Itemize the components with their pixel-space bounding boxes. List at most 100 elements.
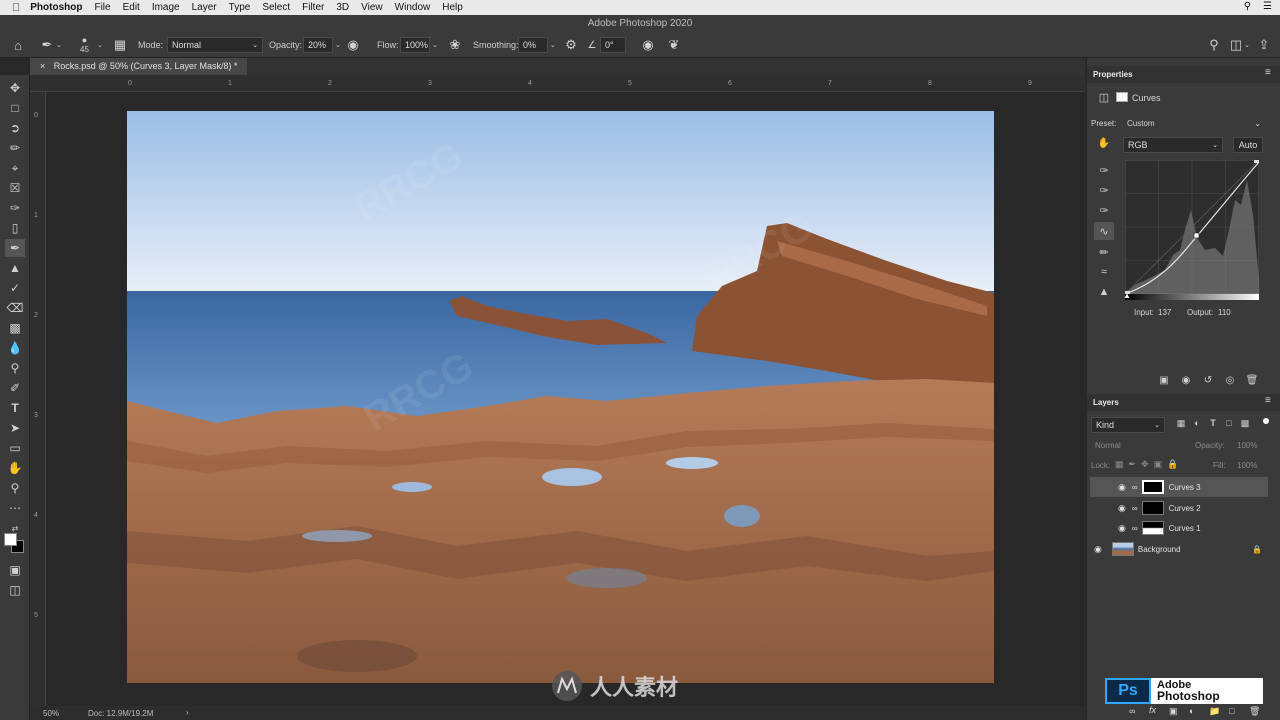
layers-panel-title[interactable]: Layers — [1093, 398, 1119, 407]
channel-select[interactable]: RGB ⌄ — [1123, 137, 1223, 153]
path-selection-tool-icon[interactable]: ➤ — [5, 419, 25, 437]
crop-tool-icon[interactable]: ⌖ — [5, 159, 25, 177]
output-value[interactable]: 110 — [1218, 308, 1231, 317]
new-group-icon[interactable]: 📁 — [1209, 706, 1220, 717]
curves-graph[interactable] — [1125, 160, 1259, 294]
properties-panel-title[interactable]: Properties — [1093, 70, 1133, 79]
status-menu-arrow[interactable]: › — [186, 708, 189, 717]
toggle-visibility-icon[interactable]: ◎ — [1223, 375, 1237, 386]
input-value[interactable]: 137 — [1158, 308, 1171, 317]
zoom-tool-icon[interactable]: ⚲ — [5, 479, 25, 497]
layer-mask-thumbnail[interactable] — [1141, 480, 1164, 494]
background-layer-thumbnail[interactable] — [1111, 542, 1134, 556]
opacity-field[interactable]: 20% — [303, 37, 333, 53]
workspace-icon[interactable]: ◫ — [1228, 32, 1244, 58]
menu-window[interactable]: Window — [395, 2, 431, 13]
pressure-opacity-icon[interactable]: ◉ — [346, 32, 360, 58]
brush-preset-dropdown-icon[interactable]: ⌄ — [56, 32, 62, 58]
apple-menu-icon[interactable]:  — [12, 2, 20, 14]
layers-panel-menu-icon[interactable]: ≡ — [1265, 395, 1271, 406]
gear-icon[interactable]: ⚙ — [564, 32, 578, 58]
filter-type-icon[interactable]: T — [1207, 418, 1219, 428]
view-previous-state-icon[interactable]: ◉ — [1179, 375, 1193, 386]
new-adjustment-icon[interactable]: ◐ — [1189, 706, 1194, 716]
target-adjust-hand-icon[interactable]: ✋ — [1097, 138, 1111, 149]
menu-select[interactable]: Select — [262, 2, 290, 13]
flow-dropdown-icon[interactable]: ⌄ — [432, 32, 438, 58]
menu-view[interactable]: View — [361, 2, 383, 13]
smoothing-field[interactable]: 0% — [518, 37, 548, 53]
spotlight-search-icon[interactable]: ⚲ — [1244, 1, 1251, 12]
home-icon[interactable]: ⌂ — [10, 32, 26, 58]
clone-stamp-tool-icon[interactable]: ▲ — [5, 259, 25, 277]
screen-mode-icon[interactable]: ◫ — [5, 581, 25, 599]
panel-menu-icon[interactable]: ≡ — [1265, 67, 1271, 78]
healing-brush-tool-icon[interactable]: ▯ — [5, 219, 25, 237]
new-layer-icon[interactable]: □ — [1229, 706, 1234, 716]
menu-layer[interactable]: Layer — [192, 2, 217, 13]
menu-filter[interactable]: Filter — [302, 2, 324, 13]
layer-row-curves-3[interactable]: ◉ ∞ Curves 3 — [1090, 477, 1268, 497]
frame-tool-icon[interactable]: ☒ — [5, 179, 25, 197]
airbrush-icon[interactable]: ❀ — [447, 32, 463, 58]
document-canvas-image[interactable] — [127, 111, 994, 683]
layer-mask-thumbnail[interactable] — [1141, 501, 1164, 515]
app-menu[interactable]: Photoshop — [30, 2, 82, 13]
brush-tool-icon[interactable]: ✒ — [5, 239, 25, 257]
black-slider-icon[interactable]: ▲ — [1123, 291, 1131, 300]
filter-toggle-icon[interactable] — [1263, 418, 1269, 424]
brush-size-indicator[interactable]: ● 45 — [80, 32, 89, 58]
layer-row-background[interactable]: ◉ Background 🔒 — [1090, 539, 1268, 559]
smooth-curve-icon[interactable]: ≈ — [1096, 264, 1112, 280]
layer-row-curves-1[interactable]: ◉ ∞ Curves 1 — [1090, 518, 1268, 538]
menu-type[interactable]: Type — [229, 2, 251, 13]
layer-style-icon[interactable]: fx — [1149, 705, 1156, 715]
history-brush-tool-icon[interactable]: ✓ — [5, 279, 25, 297]
blur-tool-icon[interactable]: 💧 — [5, 339, 25, 357]
delete-layer-icon[interactable]: 🗑 — [1249, 706, 1260, 717]
smoothing-dropdown-icon[interactable]: ⌄ — [550, 32, 556, 58]
blend-mode-select[interactable]: Normal — [1095, 441, 1121, 450]
delete-adjustment-icon[interactable]: 🗑 — [1245, 375, 1259, 386]
layer-mask-thumbnail[interactable] — [1141, 521, 1164, 535]
white-slider-icon[interactable]: ▲ — [1253, 291, 1261, 300]
brush-settings-icon[interactable]: ▦ — [113, 32, 127, 58]
rectangle-tool-icon[interactable]: ▭ — [5, 439, 25, 457]
symmetry-butterfly-icon[interactable]: ❦ — [666, 32, 682, 58]
filter-pixel-icon[interactable]: ▦ — [1175, 418, 1187, 429]
lasso-tool-icon[interactable]: ➲ — [5, 119, 25, 137]
black-point-eyedropper-icon[interactable]: ✑ — [1096, 162, 1112, 178]
white-point-eyedropper-icon[interactable]: ✑ — [1096, 202, 1112, 218]
preset-select[interactable]: Custom ⌄ — [1123, 116, 1265, 131]
filter-shape-icon[interactable]: □ — [1223, 418, 1235, 428]
eraser-tool-icon[interactable]: ⌫ — [5, 299, 25, 317]
brush-preset-icon[interactable]: ✒ — [40, 32, 54, 58]
flow-field[interactable]: 100% — [400, 37, 430, 53]
add-mask-icon[interactable]: ▣ — [1169, 706, 1178, 717]
filter-adjustment-icon[interactable]: ◐ — [1191, 418, 1203, 428]
lock-options-icon[interactable]: ▦✒✥▣🔒 — [1115, 459, 1183, 470]
link-layers-icon[interactable]: ∞ — [1129, 706, 1135, 716]
foreground-color-swatch[interactable] — [4, 533, 17, 546]
angle-field[interactable]: 0° — [600, 37, 626, 53]
mode-select[interactable]: Normal ⌄ — [167, 37, 263, 53]
curve-edit-points-icon[interactable]: ∿ — [1094, 222, 1114, 240]
visibility-eye-icon[interactable]: ◉ — [1118, 523, 1126, 534]
share-icon[interactable]: ⇪ — [1256, 32, 1272, 58]
menu-help[interactable]: Help — [442, 2, 463, 13]
visibility-eye-icon[interactable]: ◉ — [1118, 503, 1126, 514]
dodge-tool-icon[interactable]: ⚲ — [5, 359, 25, 377]
quick-mask-icon[interactable]: ▣ — [5, 561, 25, 579]
search-icon[interactable]: ⚲ — [1206, 32, 1222, 58]
brush-size-dropdown-icon[interactable]: ⌄ — [97, 32, 103, 58]
move-tool-icon[interactable]: ✥ — [5, 79, 25, 97]
menu-edit[interactable]: Edit — [123, 2, 140, 13]
visibility-eye-icon[interactable]: ◉ — [1094, 544, 1102, 555]
control-center-icon[interactable]: ☰ — [1263, 1, 1272, 12]
curve-pencil-icon[interactable]: ✏ — [1096, 244, 1112, 260]
clip-to-layer-icon[interactable]: ▣ — [1157, 375, 1171, 386]
gradient-tool-icon[interactable]: ▩ — [5, 319, 25, 337]
tab-close-icon[interactable]: × — [40, 61, 45, 71]
visibility-eye-icon[interactable]: ◉ — [1118, 482, 1126, 493]
gray-point-eyedropper-icon[interactable]: ✑ — [1096, 182, 1112, 198]
